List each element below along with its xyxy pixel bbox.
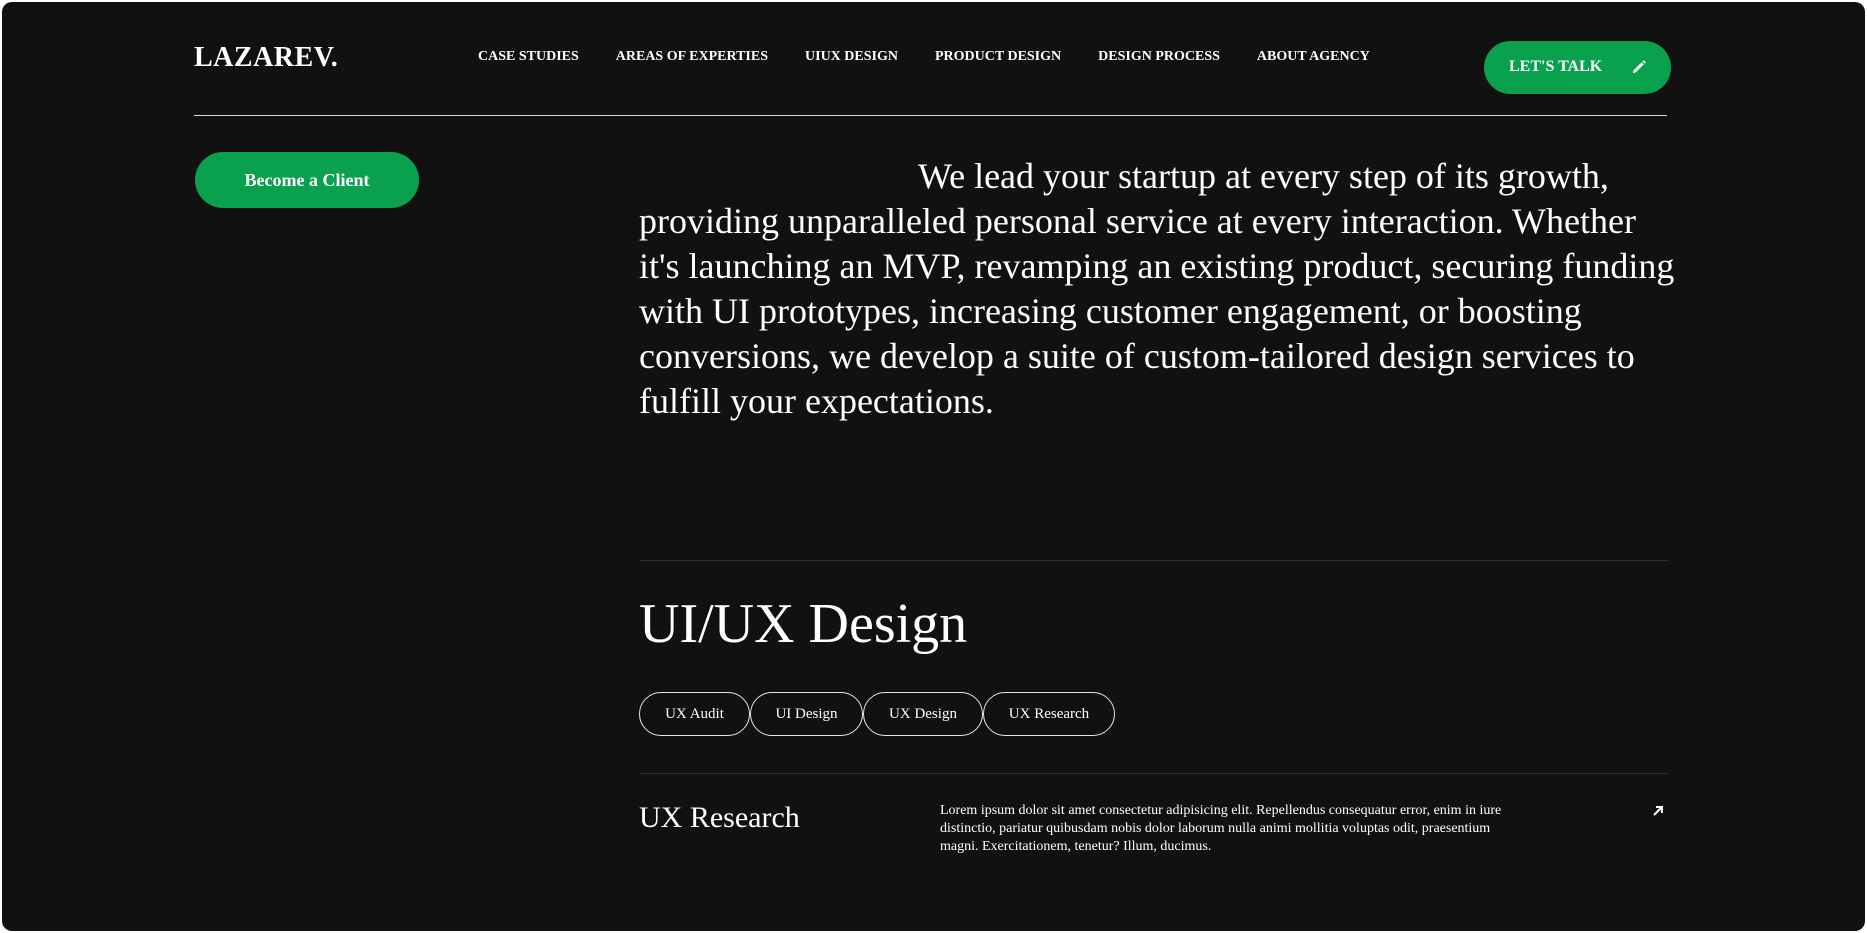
nav-case-studies[interactable]: CASE STUDIES	[478, 49, 579, 65]
nav-design-process[interactable]: DESIGN PROCESS	[1098, 49, 1220, 65]
lets-talk-label: LET'S TALK	[1509, 58, 1603, 75]
intro-paragraph: We lead your startup at every step of it…	[639, 156, 1675, 421]
chip-ui-design[interactable]: UI Design	[750, 692, 863, 736]
chip-ux-design[interactable]: UX Design	[863, 692, 983, 736]
logo[interactable]: LAZAREV.	[194, 42, 338, 74]
nav-about-agency[interactable]: ABOUT AGENCY	[1257, 49, 1370, 65]
main-nav: CASE STUDIES AREAS OF EXPERTIES UIUX DES…	[478, 49, 1370, 65]
service-row-description: Lorem ipsum dolor sit amet consectetur a…	[940, 803, 1502, 854]
service-chips: UX Audit UI Design UX Design UX Research	[639, 692, 1115, 736]
nav-areas-of-expertise[interactable]: AREAS OF EXPERTIES	[616, 49, 768, 65]
page-frame: LAZAREV. CASE STUDIES AREAS OF EXPERTIES…	[2, 2, 1865, 931]
lets-talk-button[interactable]: LET'S TALK	[1484, 41, 1671, 94]
chip-ux-research[interactable]: UX Research	[983, 692, 1115, 736]
nav-product-design[interactable]: PRODUCT DESIGN	[935, 49, 1061, 65]
chip-ux-audit[interactable]: UX Audit	[639, 692, 750, 736]
arrow-up-right-icon[interactable]	[1650, 803, 1666, 819]
pencil-icon	[1633, 60, 1646, 73]
become-client-button[interactable]: Become a Client	[195, 152, 419, 208]
service-row-title: UX Research	[639, 801, 800, 834]
nav-uiux-design[interactable]: UIUX DESIGN	[805, 49, 898, 65]
row-divider	[639, 773, 1669, 774]
header-divider	[194, 115, 1667, 116]
section-title: UI/UX Design	[639, 593, 968, 655]
section-divider	[639, 560, 1669, 561]
